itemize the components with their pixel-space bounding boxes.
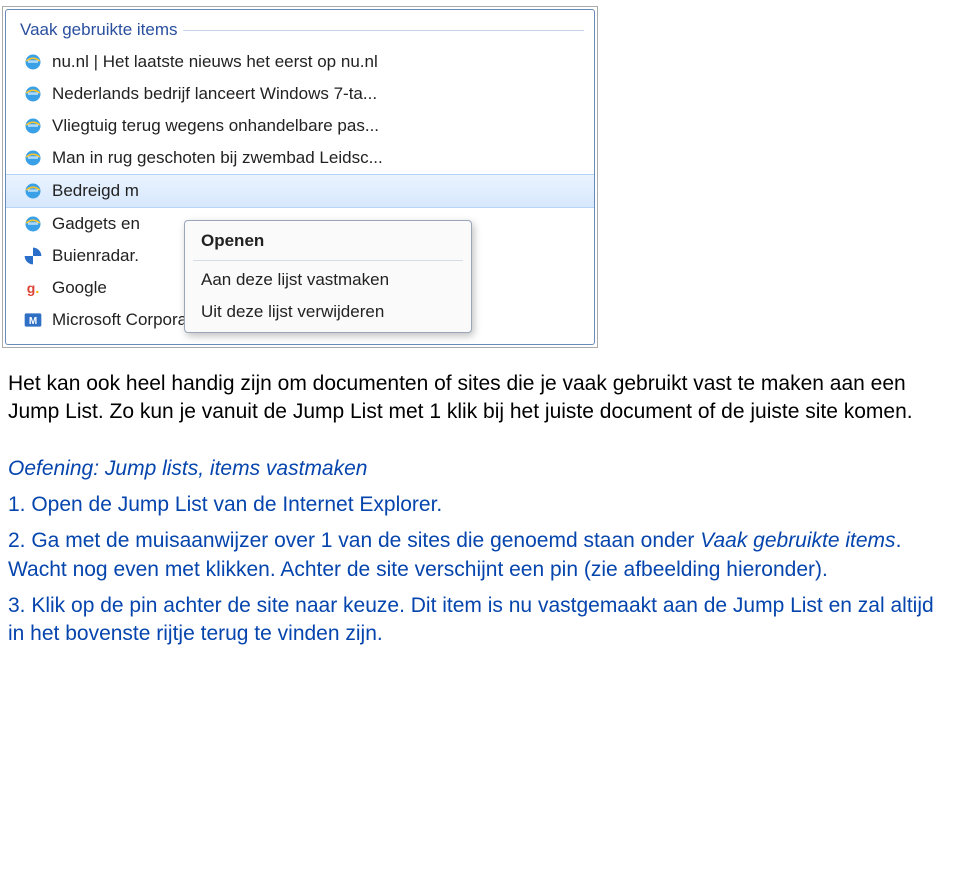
context-menu-remove[interactable]: Uit deze lijst verwijderen <box>187 296 469 328</box>
jump-list-item-label: Google <box>52 278 107 298</box>
ie-icon <box>22 83 44 105</box>
jump-list-window: Vaak gebruikte items nu.nl | Het laatste… <box>5 9 595 345</box>
step-3: 3. Klik op de pin achter de site naar ke… <box>8 592 952 649</box>
jump-list-section-header: Vaak gebruikte items <box>6 16 594 46</box>
microsoft-icon: M <box>22 309 44 331</box>
ie-icon <box>22 115 44 137</box>
buienradar-icon <box>22 245 44 267</box>
document-body: Het kan ook heel handig zijn om document… <box>0 360 960 677</box>
jump-list-item-label: Nederlands bedrijf lanceert Windows 7-ta… <box>52 84 377 104</box>
step-2-term: Vaak gebruikte items <box>700 529 895 552</box>
jump-list-item-label: Bedreigd m <box>52 181 139 201</box>
step-2-text-a: 2. Ga met de muisaanwijzer over 1 van de… <box>8 529 700 552</box>
jump-list-item-label: Buienradar. <box>52 246 139 266</box>
context-menu-open[interactable]: Openen <box>187 225 469 257</box>
jump-list-item-selected[interactable]: Bedreigd m <box>6 174 594 208</box>
ie-icon <box>22 180 44 202</box>
section-header-label: Vaak gebruikte items <box>20 20 177 40</box>
context-menu: Openen Aan deze lijst vastmaken Uit deze… <box>184 220 472 333</box>
exercise-heading: Oefening: Jump lists, items vastmaken <box>8 455 952 483</box>
jump-list-item[interactable]: Man in rug geschoten bij zwembad Leidsc.… <box>6 142 594 174</box>
jump-list-item-label: Vliegtuig terug wegens onhandelbare pas.… <box>52 116 379 136</box>
section-header-rule <box>183 30 584 31</box>
jump-list-item-label: Gadgets en <box>52 214 140 234</box>
jump-list-item[interactable]: nu.nl | Het laatste nieuws het eerst op … <box>6 46 594 78</box>
jump-list-item-label: nu.nl | Het laatste nieuws het eerst op … <box>52 52 378 72</box>
jump-list-item-label: Man in rug geschoten bij zwembad Leidsc.… <box>52 148 383 168</box>
jump-list-item[interactable]: Nederlands bedrijf lanceert Windows 7-ta… <box>6 78 594 110</box>
context-menu-pin[interactable]: Aan deze lijst vastmaken <box>187 264 469 296</box>
jump-list-screenshot: Vaak gebruikte items nu.nl | Het laatste… <box>2 6 598 348</box>
paragraph-intro: Het kan ook heel handig zijn om document… <box>8 370 952 427</box>
context-menu-separator <box>193 260 463 261</box>
step-1: 1. Open de Jump List van de Internet Exp… <box>8 491 952 519</box>
jump-list-item[interactable]: Vliegtuig terug wegens onhandelbare pas.… <box>6 110 594 142</box>
svg-text:M: M <box>29 316 37 327</box>
ie-icon <box>22 213 44 235</box>
ie-icon <box>22 147 44 169</box>
google-icon: g. <box>22 277 44 299</box>
step-2: 2. Ga met de muisaanwijzer over 1 van de… <box>8 527 952 584</box>
ie-icon <box>22 51 44 73</box>
